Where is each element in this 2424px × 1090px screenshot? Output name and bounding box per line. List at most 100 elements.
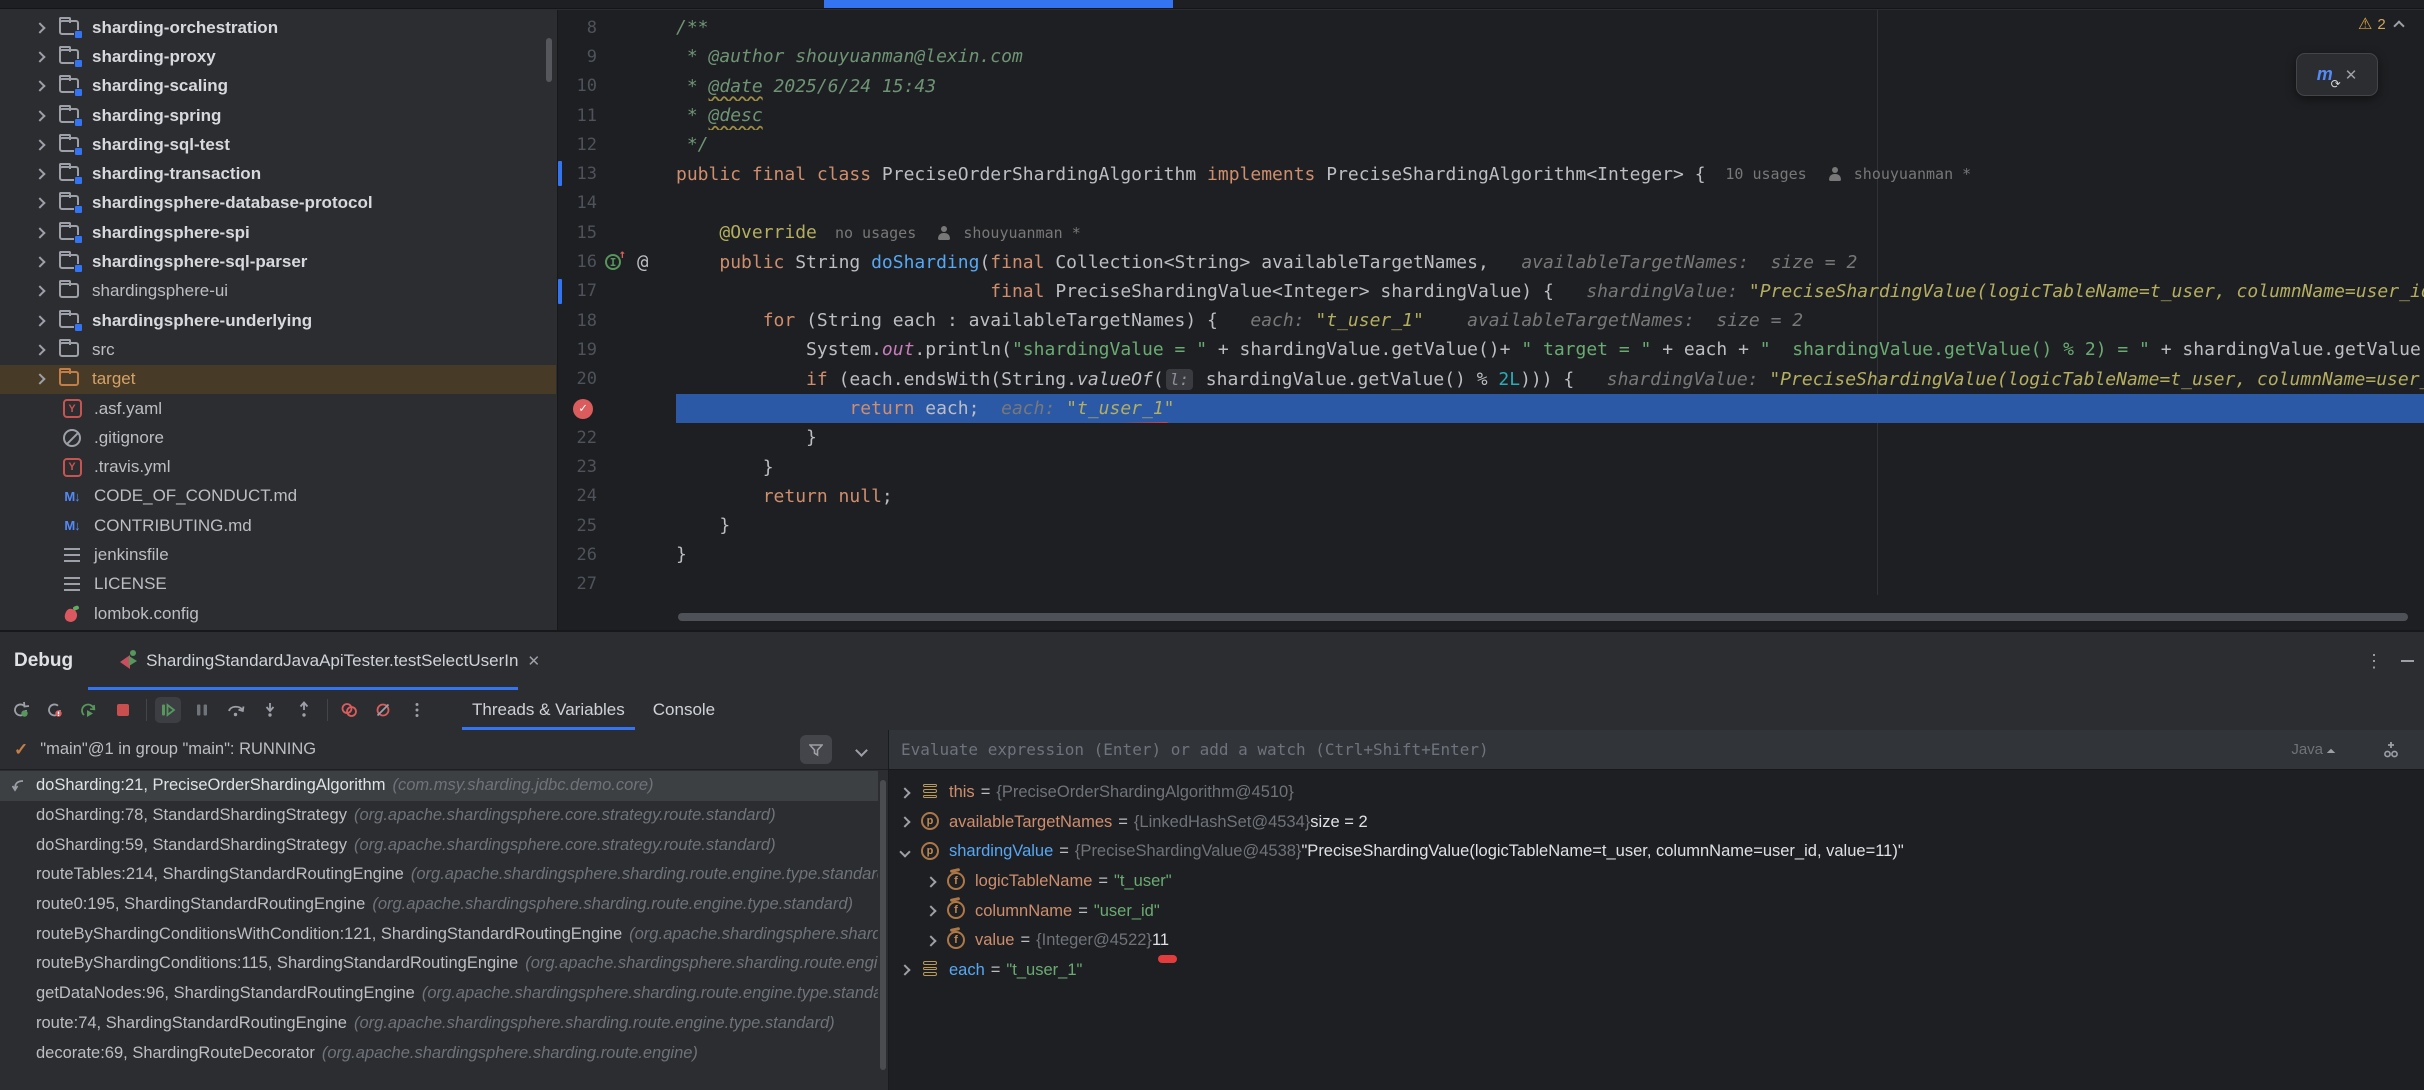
chevron-right-icon[interactable] bbox=[34, 168, 45, 179]
rerun-button[interactable] bbox=[8, 697, 34, 723]
code-line-22[interactable]: 22 } bbox=[558, 423, 2424, 452]
stack-frame[interactable]: routeByShardingConditionsWithCondition:1… bbox=[0, 919, 878, 949]
inspection-widget[interactable]: ⚠ 2 bbox=[2358, 14, 2403, 34]
chevron-right-icon[interactable] bbox=[34, 227, 45, 238]
mute-breakpoints-button[interactable] bbox=[370, 697, 396, 723]
step-out-button[interactable] bbox=[291, 697, 317, 723]
tree-item-contributing-md[interactable]: M↓CONTRIBUTING.md bbox=[0, 511, 556, 540]
editor-horizontal-scrollbar[interactable] bbox=[678, 613, 2408, 621]
chevron-right-icon[interactable] bbox=[34, 110, 45, 121]
implements-method-icon[interactable]: I bbox=[605, 254, 621, 270]
chevron-right-icon[interactable] bbox=[899, 817, 910, 828]
frames-scrollbar[interactable] bbox=[880, 780, 886, 1070]
chevron-right-icon[interactable] bbox=[34, 139, 45, 150]
code-line-9[interactable]: 9 * @author shouyuanman@lexin.com bbox=[558, 42, 2424, 71]
code-line-25[interactable]: 25 } bbox=[558, 511, 2424, 540]
code-line-15[interactable]: 15 @Override no usages shouyuanman * bbox=[558, 218, 2424, 247]
view-breakpoints-button[interactable] bbox=[336, 697, 362, 723]
tree-item-sharding-orchestration[interactable]: sharding-orchestration bbox=[0, 13, 556, 42]
tab-console[interactable]: Console bbox=[639, 690, 729, 730]
code-line-23[interactable]: 23 } bbox=[558, 452, 2424, 481]
code-line-11[interactable]: 11 * @desc bbox=[558, 101, 2424, 130]
stop-button[interactable] bbox=[110, 697, 136, 723]
tree-item-src[interactable]: src bbox=[0, 335, 556, 364]
maven-reload-popup[interactable]: m ✕ bbox=[2296, 53, 2378, 96]
tree-item-sharding-sql-test[interactable]: sharding-sql-test bbox=[0, 130, 556, 159]
code-line-27[interactable]: 27 bbox=[558, 570, 2424, 599]
code-line-17[interactable]: 17 final PreciseShardingValue<Integer> s… bbox=[558, 277, 2424, 306]
stack-frame[interactable]: doSharding:59, StandardShardingStrategy(… bbox=[0, 830, 878, 860]
pause-button[interactable] bbox=[189, 697, 215, 723]
code-line-13[interactable]: 13public final class PreciseOrderShardin… bbox=[558, 159, 2424, 188]
variable-this[interactable]: this={PreciseOrderShardingAlgorithm@4510… bbox=[889, 778, 2424, 808]
tree-item-shardingsphere-sql-parser[interactable]: shardingsphere-sql-parser bbox=[0, 247, 556, 276]
hide-panel-icon[interactable] bbox=[2401, 660, 2414, 662]
evaluate-expression-input[interactable]: Evaluate expression (Enter) or add a wat… bbox=[889, 730, 2424, 770]
chevron-right-icon[interactable] bbox=[925, 906, 936, 917]
variable-logicTableName[interactable]: flogicTableName="t_user" bbox=[889, 867, 2424, 897]
resume-button[interactable] bbox=[155, 697, 181, 723]
code-line-10[interactable]: 10 * @date 2025/6/24 15:43 bbox=[558, 72, 2424, 101]
stack-frame[interactable]: route:74, ShardingStandardRoutingEngine(… bbox=[0, 1009, 878, 1039]
filter-icon[interactable] bbox=[800, 735, 832, 764]
stack-frame[interactable]: routeByShardingConditions:115, ShardingS… bbox=[0, 949, 878, 979]
chevron-right-icon[interactable] bbox=[925, 876, 936, 887]
tree-item-lombok-config[interactable]: lombok.config bbox=[0, 599, 556, 628]
language-selector[interactable]: Java bbox=[2291, 741, 2334, 758]
code-line-24[interactable]: 24 return null; bbox=[558, 482, 2424, 511]
chevron-right-icon[interactable] bbox=[34, 198, 45, 209]
step-over-button[interactable] bbox=[223, 697, 249, 723]
chevron-right-icon[interactable] bbox=[34, 256, 45, 267]
tree-item-sharding-proxy[interactable]: sharding-proxy bbox=[0, 42, 556, 71]
close-icon[interactable]: ✕ bbox=[2345, 66, 2358, 84]
chevron-up-icon[interactable] bbox=[2393, 20, 2404, 31]
variable-value[interactable]: fvalue={Integer@4522} 11 bbox=[889, 926, 2424, 956]
thread-header[interactable]: ✓ "main"@1 in group "main": RUNNING bbox=[0, 730, 888, 770]
rerun-failed-tests-button[interactable] bbox=[42, 697, 68, 723]
variable-each[interactable]: each="t_user_1" bbox=[889, 956, 2424, 986]
chevron-right-icon[interactable] bbox=[34, 22, 45, 33]
tree-item-sharding-spring[interactable]: sharding-spring bbox=[0, 101, 556, 130]
stack-frame[interactable]: getDataNodes:96, ShardingStandardRouting… bbox=[0, 979, 878, 1009]
chevron-right-icon[interactable] bbox=[34, 344, 45, 355]
tree-item-shardingsphere-database-protocol[interactable]: shardingsphere-database-protocol bbox=[0, 189, 556, 218]
step-into-button[interactable] bbox=[257, 697, 283, 723]
code-line-21[interactable]: ✓ return each; each: "t_user_1" bbox=[558, 394, 2424, 423]
tree-item--gitignore[interactable]: .gitignore bbox=[0, 423, 556, 452]
chevron-down-icon[interactable] bbox=[899, 846, 910, 857]
code-lines[interactable]: 8/**9 * @author shouyuanman@lexin.com10 … bbox=[558, 13, 2424, 599]
stack-frame[interactable]: doSharding:21, PreciseOrderShardingAlgor… bbox=[0, 771, 878, 801]
chevron-right-icon[interactable] bbox=[34, 315, 45, 326]
chevron-right-icon[interactable] bbox=[34, 286, 45, 297]
chevron-right-icon[interactable] bbox=[34, 374, 45, 385]
tree-item-shardingsphere-ui[interactable]: shardingsphere-ui bbox=[0, 277, 556, 306]
code-line-20[interactable]: 20 if (each.endsWith(String.valueOf(l: s… bbox=[558, 365, 2424, 394]
stack-frame[interactable]: doSharding:78, StandardShardingStrategy(… bbox=[0, 801, 878, 831]
code-line-14[interactable]: 14 bbox=[558, 189, 2424, 218]
debug-session-tab[interactable]: ShardingStandardJavaApiTester.testSelect… bbox=[119, 632, 540, 690]
code-line-19[interactable]: 19 System.out.println("shardingValue = "… bbox=[558, 335, 2424, 364]
chevron-right-icon[interactable] bbox=[899, 965, 910, 976]
chevron-right-icon[interactable] bbox=[925, 935, 936, 946]
more-options-icon[interactable]: ⋮ bbox=[2365, 651, 2383, 672]
code-line-8[interactable]: 8/** bbox=[558, 13, 2424, 42]
tree-item-shardingsphere-underlying[interactable]: shardingsphere-underlying bbox=[0, 306, 556, 335]
tree-item--asf-yaml[interactable]: Y.asf.yaml bbox=[0, 394, 556, 423]
tab-threads-variables[interactable]: Threads & Variables bbox=[458, 690, 639, 730]
tree-item-code-of-conduct-md[interactable]: M↓CODE_OF_CONDUCT.md bbox=[0, 482, 556, 511]
stack-frame[interactable]: route0:195, ShardingStandardRoutingEngin… bbox=[0, 890, 878, 920]
breakpoint-icon[interactable]: ✓ bbox=[573, 399, 593, 419]
chevron-right-icon[interactable] bbox=[899, 787, 910, 798]
tree-item-license[interactable]: LICENSE bbox=[0, 570, 556, 599]
stack-frame[interactable]: routeTables:214, ShardingStandardRouting… bbox=[0, 860, 878, 890]
chevron-right-icon[interactable] bbox=[34, 81, 45, 92]
tree-item-shardingsphere-spi[interactable]: shardingsphere-spi bbox=[0, 218, 556, 247]
code-line-26[interactable]: 26} bbox=[558, 540, 2424, 569]
tree-item-jenkinsfile[interactable]: jenkinsfile bbox=[0, 540, 556, 569]
variable-columnName[interactable]: fcolumnName="user_id" bbox=[889, 896, 2424, 926]
more-button[interactable] bbox=[404, 697, 430, 723]
rerun-debug-button[interactable] bbox=[76, 697, 102, 723]
variable-shardingValue[interactable]: pshardingValue={PreciseShardingValue@453… bbox=[889, 837, 2424, 867]
tree-item--travis-yml[interactable]: Y.travis.yml bbox=[0, 452, 556, 481]
stack-frame[interactable]: decorate:69, ShardingRouteDecorator(org.… bbox=[0, 1038, 878, 1068]
